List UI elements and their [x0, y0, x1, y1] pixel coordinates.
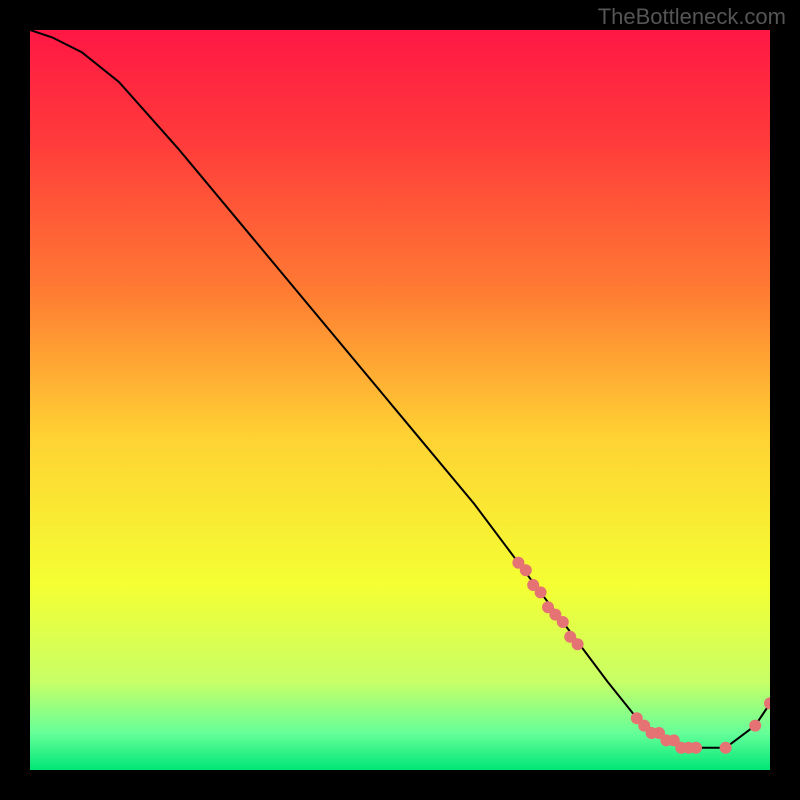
point-highlight-points-upper [535, 586, 547, 598]
chart-svg [30, 30, 770, 770]
point-highlight-points-upper [557, 616, 569, 628]
watermark-text: TheBottleneck.com [598, 4, 786, 30]
gradient-rect [30, 30, 770, 770]
point-highlight-points-lower [690, 742, 702, 754]
point-highlight-points-lower [720, 742, 732, 754]
point-highlight-points-lower [749, 720, 761, 732]
point-highlight-points-upper [572, 638, 584, 650]
point-highlight-points-upper [520, 564, 532, 576]
chart-container: TheBottleneck.com [0, 0, 800, 800]
